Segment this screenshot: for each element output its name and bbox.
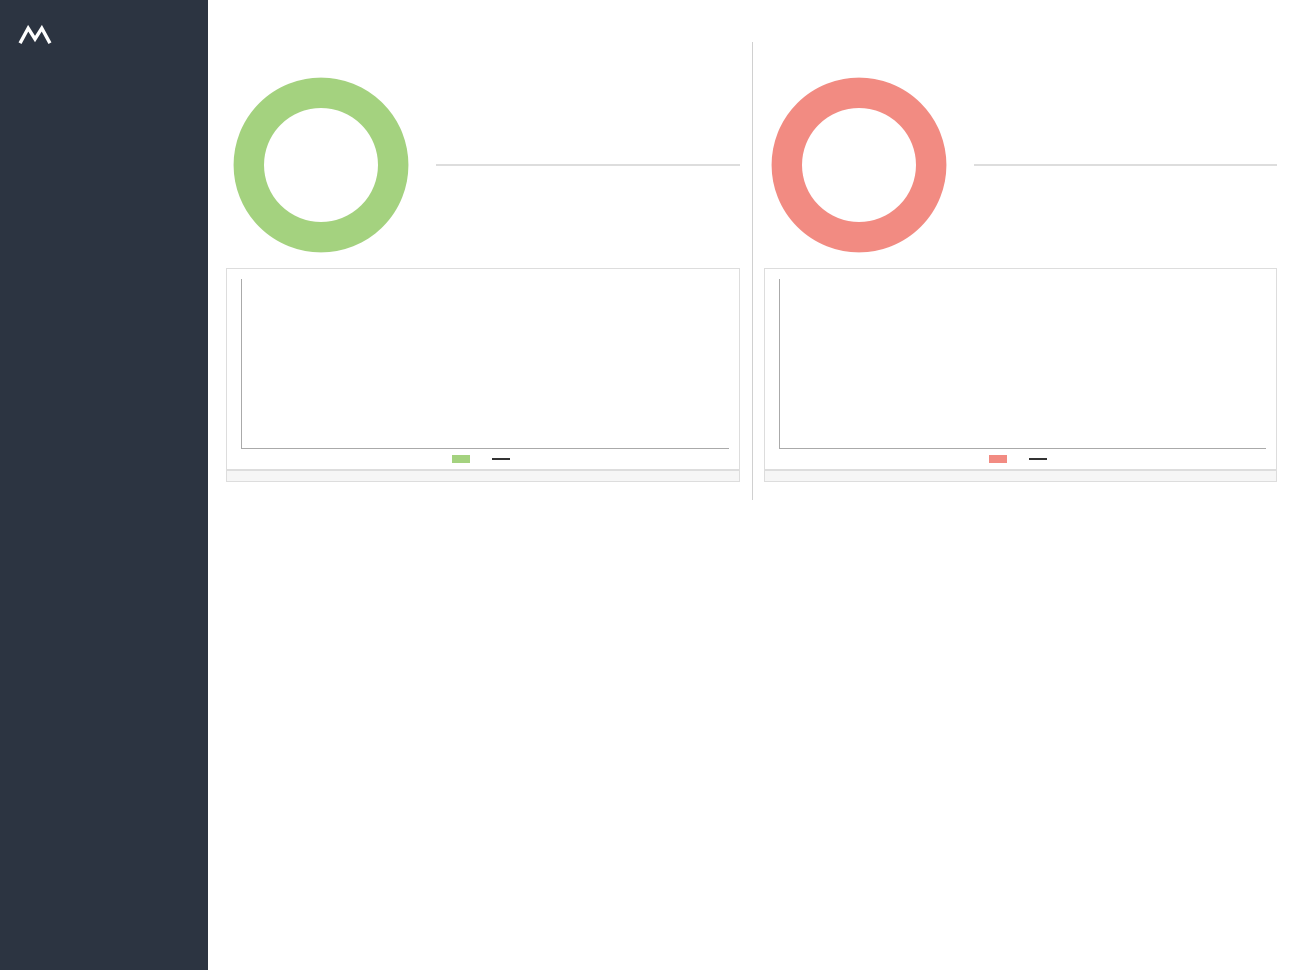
expenses-legend [775, 449, 1267, 465]
income-donut-chart [226, 70, 416, 260]
expenses-section [764, 60, 1278, 500]
incomes-bar-chart [226, 268, 740, 470]
expenses-bar-chart [764, 268, 1278, 470]
sidebar [0, 0, 208, 970]
nav-menu [0, 66, 208, 90]
expenses-table-title [764, 470, 1278, 482]
incomes-table-title [226, 470, 740, 482]
logo [0, 0, 208, 66]
incomes-plot [241, 279, 729, 449]
income-kpi-box [436, 164, 740, 166]
expenses-plot [779, 279, 1267, 449]
expense-kpi-box [974, 164, 1278, 166]
logo-mark-icon [18, 24, 52, 46]
main-content [208, 0, 1307, 970]
expense-donut-chart [764, 70, 954, 260]
incomes-section [226, 60, 740, 500]
incomes-legend [237, 449, 729, 465]
